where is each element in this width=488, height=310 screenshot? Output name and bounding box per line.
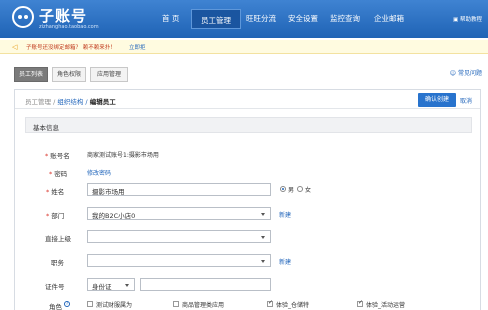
breadcrumb-edit-staff: 编辑员工 — [89, 98, 116, 106]
faq-label: 常见问题 — [457, 70, 482, 77]
breadcrumb-org-structure[interactable]: 组织结构 / — [57, 98, 87, 106]
gender-male-label: 男 — [288, 187, 295, 194]
top-header: 子账号 zizhanghao.taobao.com 首 页 员工管理 旺旺分流 … — [0, 0, 488, 38]
position-new-link[interactable]: 新建 — [279, 257, 291, 266]
basic-info-section-header: 基本信息 — [25, 117, 472, 133]
role-label-1: 测试财服属为 — [96, 302, 133, 309]
role-checkbox-3[interactable] — [267, 299, 273, 307]
confirm-create-button[interactable]: 确认创建 — [418, 93, 456, 107]
breadcrumb-bar: 员工管理 / 组织结构 / 编辑员工 确认创建 取消 — [15, 90, 480, 109]
gender-male-radio[interactable] — [280, 186, 286, 192]
department-value: 我的B2C小店0 — [92, 212, 136, 220]
help-icon: ▣ — [453, 17, 460, 23]
help-tutorial-link[interactable]: ▣ 帮助教程 — [453, 15, 482, 23]
cancel-button[interactable]: 取消 — [460, 96, 472, 105]
id-type-select[interactable]: 身份证 — [87, 278, 135, 291]
notice-speaker-icon: ◁ — [12, 43, 18, 51]
role-checkbox-4[interactable] — [357, 299, 363, 307]
logo[interactable]: 子账号 zizhanghao.taobao.com — [12, 5, 142, 33]
chevron-down-icon — [125, 284, 129, 287]
nav-home[interactable]: 首 页 — [162, 13, 179, 27]
nav-security-settings[interactable]: 安全设置 — [288, 13, 318, 27]
notice-link[interactable]: 立即拒 — [129, 43, 146, 51]
gender-female-radio[interactable] — [297, 186, 303, 192]
id-number-input[interactable] — [140, 278, 271, 291]
edit-staff-panel: 员工管理 / 组织结构 / 编辑员工 确认创建 取消 基本信息 * 账号名 商家测… — [14, 89, 481, 310]
name-input[interactable]: 摄影市场用 — [87, 183, 271, 196]
department-new-link[interactable]: 新建 — [279, 210, 291, 219]
id-number-label: 证件号 — [45, 283, 65, 291]
department-label: * 部门 — [46, 212, 65, 220]
breadcrumb: 员工管理 / 组织结构 / 编辑员工 — [25, 96, 116, 106]
role-label-4: 体验_活动运营 — [366, 302, 406, 309]
chevron-down-icon — [261, 213, 265, 216]
tab-role-permissions[interactable]: 角色权限 — [52, 67, 86, 82]
logo-title: 子账号 — [39, 7, 88, 25]
role-label-3: 体验_仓储特 — [276, 302, 310, 309]
role-checkbox-1[interactable] — [87, 301, 93, 307]
chevron-down-icon — [261, 260, 265, 263]
logo-icon — [12, 6, 34, 28]
faq-link[interactable]: ☺ 常见问题 — [450, 68, 482, 77]
role-help-icon[interactable]: ? — [64, 301, 70, 307]
department-select[interactable]: 我的B2C小店0 — [87, 207, 271, 220]
nav-monitoring[interactable]: 监控查询 — [330, 13, 360, 27]
breadcrumb-staff-management[interactable]: 员工管理 / — [25, 98, 55, 106]
password-label: * 密码 — [49, 170, 68, 178]
account-name-value: 商家测试账号1:摄影市场用 — [87, 152, 159, 159]
chevron-down-icon — [261, 236, 265, 239]
gender-female-label: 女 — [305, 187, 312, 194]
notice-bar: ◁ 子账号还没绑定邮箱？ 赖不赖来扑！ 立即拒 — [0, 40, 488, 54]
name-label: * 姓名 — [46, 188, 65, 196]
change-password-link[interactable]: 修改密码 — [87, 168, 111, 177]
help-label: 帮助教程 — [459, 17, 482, 23]
role-label-2: 商品管理类应用 — [182, 302, 225, 309]
position-label: 职务 — [51, 259, 64, 267]
logo-subtitle: zizhanghao.taobao.com — [39, 24, 99, 30]
supervisor-select[interactable] — [87, 230, 271, 243]
supervisor-label: 直接上级 — [45, 235, 71, 243]
faq-icon: ☺ — [449, 70, 457, 77]
tab-staff-list[interactable]: 员工列表 — [14, 67, 48, 82]
nav-staff-management[interactable]: 员工管理 — [191, 9, 241, 29]
position-select[interactable] — [87, 254, 271, 267]
role-checkbox-2[interactable] — [173, 301, 179, 307]
id-type-value: 身份证 — [92, 283, 112, 291]
nav-wangwang-routing[interactable]: 旺旺分流 — [246, 13, 276, 27]
section-title: 基本信息 — [33, 124, 59, 132]
account-name-label: * 账号名 — [45, 152, 70, 160]
nav-enterprise-mail[interactable]: 企业邮箱 — [374, 13, 404, 27]
notice-text: 子账号还没绑定邮箱？ 赖不赖来扑！ — [26, 45, 116, 51]
tab-app-management[interactable]: 应用管理 — [90, 67, 128, 82]
role-label: 角色 — [49, 303, 62, 310]
